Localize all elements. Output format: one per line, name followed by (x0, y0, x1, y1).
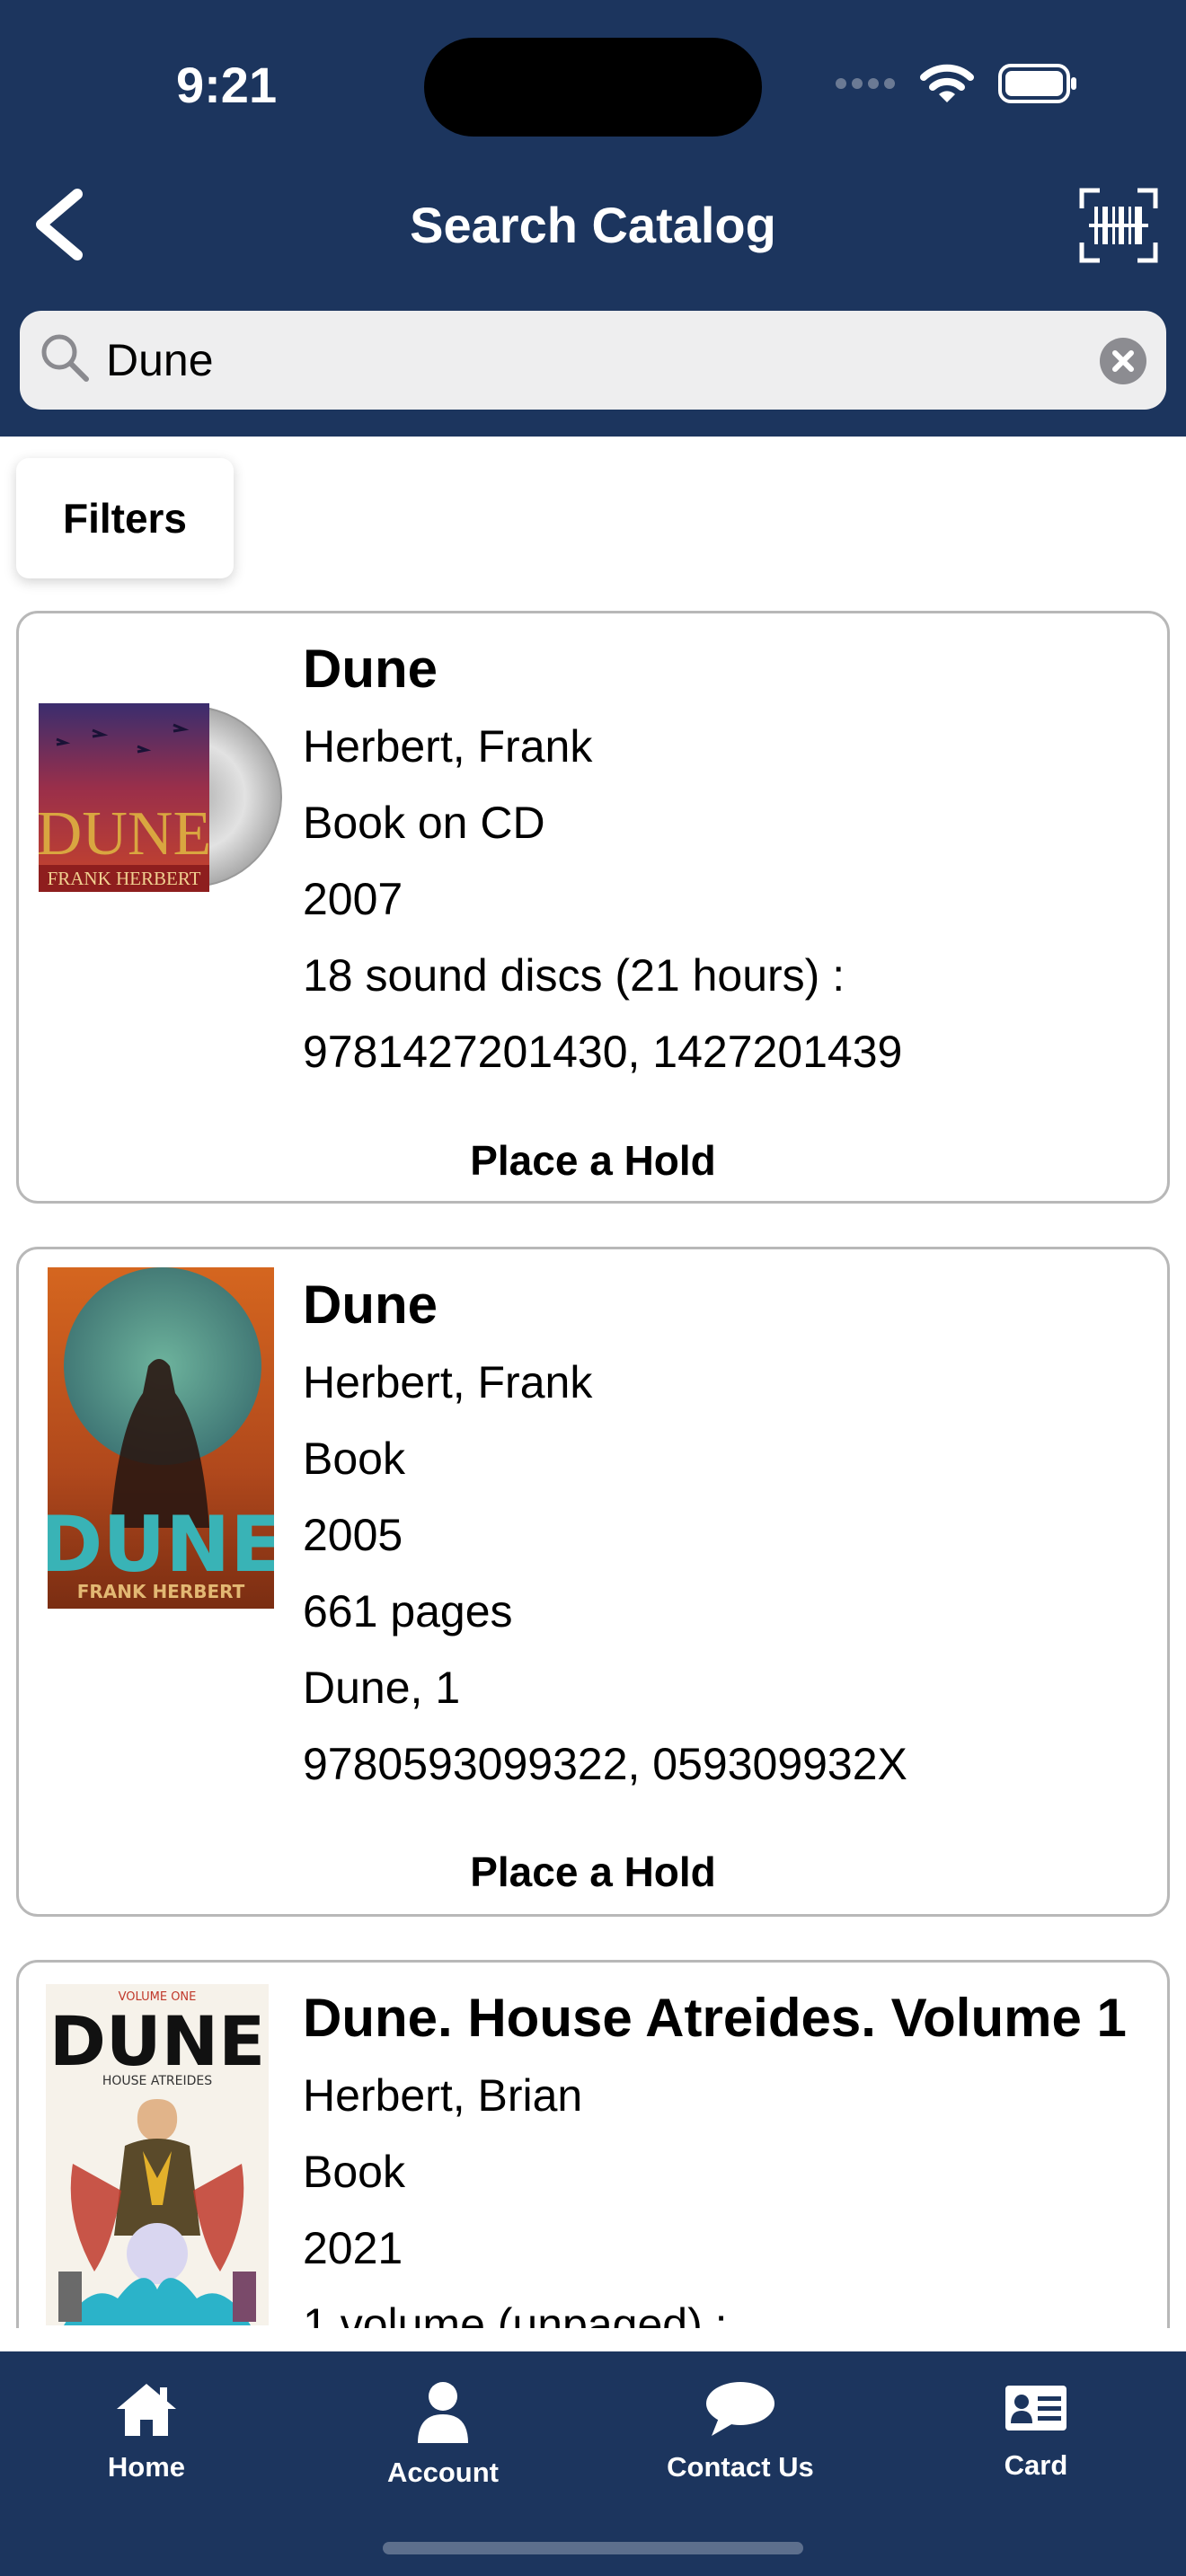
tab-account[interactable]: Account (317, 2380, 569, 2489)
result-card[interactable]: VOLUME ONE DUNE HOUSE ATREIDES Dune. Hou… (16, 1960, 1170, 2328)
result-format: Book (303, 2147, 405, 2197)
cover-image: DUNE FRANK HERBERT (48, 1267, 274, 1609)
cover-author-text: FRANK HERBERT (48, 868, 201, 889)
result-year: 2007 (303, 874, 403, 924)
result-info: Dune Herbert, Frank Book on CD 2007 18 s… (303, 613, 902, 1090)
result-title[interactable]: Dune. House Atreides. Volume 1 (303, 1979, 1127, 2058)
result-description: 1 volume (unpaged) : (303, 2299, 728, 2328)
status-icons (834, 63, 1078, 104)
status-time: 9:21 (176, 57, 278, 113)
cover-author-text: FRANK HERBERT (77, 1581, 245, 1602)
results-list[interactable]: DUNE FRANK HERBERT Dune Herbert, Frank B… (0, 600, 1186, 2328)
tab-contact-us[interactable]: Contact Us (615, 2380, 866, 2483)
result-card[interactable]: DUNE FRANK HERBERT Dune Herbert, Frank B… (16, 1247, 1170, 1917)
result-year: 2005 (303, 1510, 403, 1560)
result-description: 18 sound discs (21 hours) : (303, 950, 845, 1001)
tab-contact-us-label: Contact Us (667, 2451, 814, 2483)
place-hold-button[interactable]: Place a Hold (19, 1136, 1167, 1185)
result-pages: 661 pages (303, 1586, 513, 1636)
result-author: Herbert, Frank (303, 1357, 593, 1407)
home-icon (117, 2384, 176, 2436)
filters-button[interactable]: Filters (16, 458, 234, 578)
wifi-icon (920, 64, 974, 102)
tab-home-label: Home (107, 2451, 186, 2483)
barcode-scan-icon[interactable] (1078, 187, 1159, 264)
result-author: Herbert, Brian (303, 2070, 583, 2121)
tab-home[interactable]: Home (21, 2380, 272, 2483)
result-format: Book (303, 1434, 405, 1484)
search-icon (41, 334, 89, 382)
close-icon (1112, 350, 1134, 372)
tab-card-label: Card (1004, 2449, 1068, 2481)
cellular-signal-icon (836, 78, 895, 89)
cover-title-text: DUNE (48, 1500, 274, 1590)
result-series: Dune, 1 (303, 1663, 461, 1713)
result-isbn: 9780593099322, 059309932X (303, 1739, 907, 1789)
result-info: Dune. House Atreides. Volume 1 Herbert, … (303, 1963, 1127, 2328)
cover-image: VOLUME ONE DUNE HOUSE ATREIDES (46, 1984, 269, 2325)
person-icon (418, 2382, 468, 2443)
result-isbn: 9781427201430, 1427201439 (303, 1027, 903, 1077)
tab-account-label: Account (387, 2457, 499, 2488)
result-title[interactable]: Dune (303, 630, 902, 709)
search-input[interactable] (106, 331, 1058, 390)
page-title: Search Catalog (410, 197, 776, 253)
cover-title-text: DUNE (39, 799, 211, 869)
cover-image: DUNE FRANK HERBERT (39, 703, 282, 892)
clear-search-button[interactable] (1100, 338, 1146, 384)
home-indicator (383, 2542, 803, 2554)
header-bar: 9:21 Search Catalog (0, 0, 1186, 437)
battery-icon (998, 64, 1076, 103)
result-year: 2021 (303, 2223, 403, 2273)
place-hold-button[interactable]: Place a Hold (19, 1848, 1167, 1896)
id-card-icon (1005, 2386, 1067, 2430)
result-author: Herbert, Frank (303, 721, 593, 772)
cover-title-text: DUNE (49, 2001, 265, 2081)
result-info: Dune Herbert, Frank Book 2005 661 pages … (303, 1249, 907, 1803)
tab-card[interactable]: Card (910, 2380, 1162, 2482)
chat-bubble-icon (706, 2382, 774, 2436)
result-format: Book on CD (303, 798, 545, 848)
result-card[interactable]: DUNE FRANK HERBERT Dune Herbert, Frank B… (16, 611, 1170, 1204)
search-bar[interactable] (20, 311, 1166, 410)
result-title[interactable]: Dune (303, 1266, 907, 1345)
dynamic-island (424, 38, 762, 137)
cover-subtitle-text: HOUSE ATREIDES (102, 2074, 212, 2088)
